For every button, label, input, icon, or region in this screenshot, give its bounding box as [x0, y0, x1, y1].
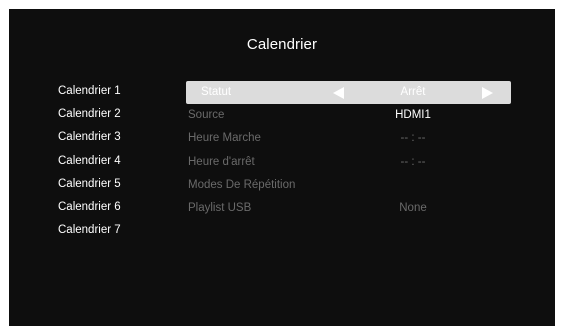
menu-title: Calendrier: [246, 36, 318, 53]
statut-row[interactable]: Statut Arrêt: [186, 81, 511, 105]
statut-value: Arrêt: [400, 86, 426, 98]
playlist-usb-row[interactable]: Playlist USB None: [186, 197, 511, 220]
calendar-item-7[interactable]: Calendrier 7: [58, 223, 121, 246]
calendar-item-2[interactable]: Calendrier 2: [58, 107, 121, 130]
calendar-item-4[interactable]: Calendrier 4: [58, 154, 121, 177]
triangle-right-icon[interactable]: [482, 87, 493, 99]
statut-label: Statut: [201, 86, 232, 98]
source-row[interactable]: Source HDMI1: [186, 104, 511, 127]
calendar-list: Calendrier 1 Calendrier 2 Calendrier 3 C…: [58, 84, 121, 246]
playlist-usb-label: Playlist USB: [188, 201, 252, 214]
heure-arret-label: Heure d'arrêt: [188, 155, 255, 168]
modes-repetition-row[interactable]: Modes De Répétition: [186, 174, 511, 197]
calendar-item-3[interactable]: Calendrier 3: [58, 130, 121, 153]
heure-arret-value: -- : --: [400, 155, 426, 168]
triangle-left-icon[interactable]: [333, 87, 344, 99]
heure-marche-row[interactable]: Heure Marche -- : --: [186, 127, 511, 150]
modes-repetition-label: Modes De Répétition: [188, 178, 296, 191]
calendar-item-1[interactable]: Calendrier 1: [58, 84, 121, 107]
heure-marche-label: Heure Marche: [188, 132, 261, 145]
heure-arret-row[interactable]: Heure d'arrêt -- : --: [186, 151, 511, 174]
playlist-usb-value: None: [399, 201, 427, 214]
settings-panel: Statut Arrêt Source HDMI1 Heure Marche -…: [186, 81, 511, 220]
heure-marche-value: -- : --: [400, 132, 426, 145]
source-value: HDMI1: [395, 109, 431, 122]
source-label: Source: [188, 109, 225, 122]
calendar-item-5[interactable]: Calendrier 5: [58, 177, 121, 200]
osd-screen: Calendrier Calendrier 1 Calendrier 2 Cal…: [9, 9, 555, 326]
calendar-item-6[interactable]: Calendrier 6: [58, 200, 121, 223]
